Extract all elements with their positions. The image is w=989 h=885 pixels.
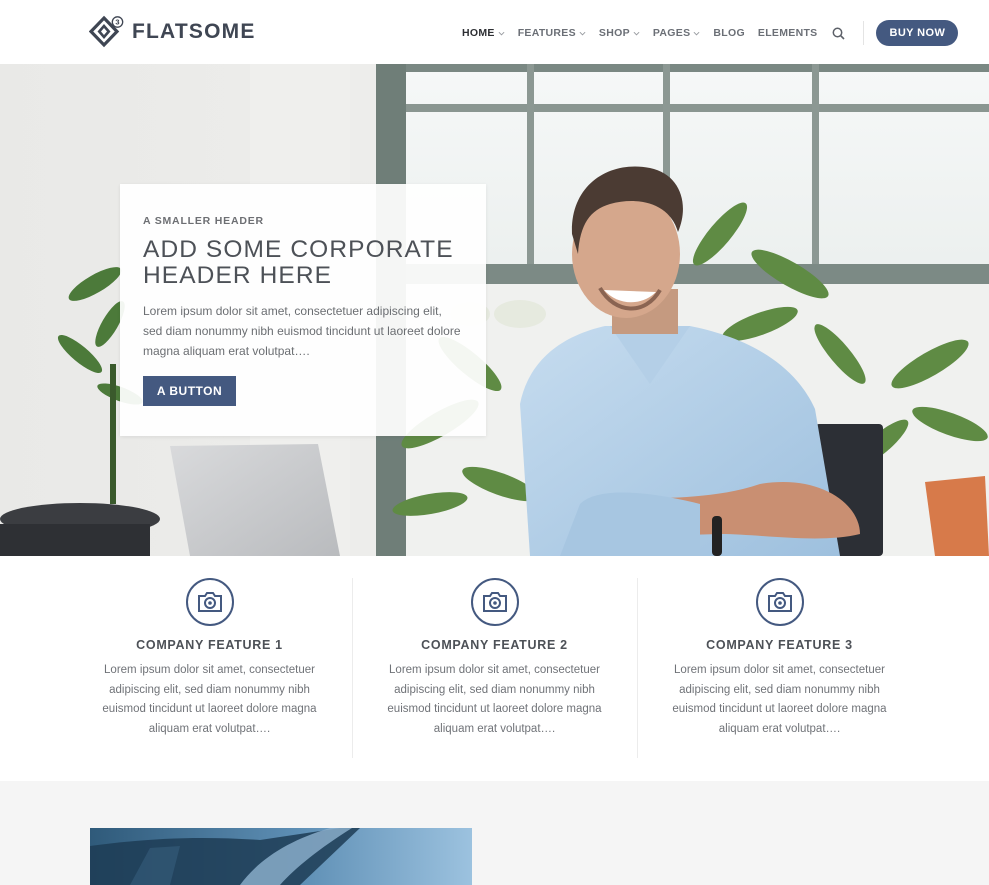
chevron-down-icon: [693, 31, 700, 35]
site-header: 3 FLATSOME HOME FEATURES SHOP PAGES BLOG…: [0, 0, 989, 64]
chevron-down-icon: [633, 31, 640, 35]
feature-title: COMPANY FEATURE 1: [136, 638, 283, 652]
nav-divider: [863, 21, 865, 45]
feature-card-1: COMPANY FEATURE 1 Lorem ipsum dolor sit …: [67, 578, 352, 739]
feature-title: COMPANY FEATURE 2: [421, 638, 568, 652]
logo-badge: 3: [115, 18, 119, 27]
hero-title: ADD SOME CORPORATE HEADER HERE: [143, 236, 454, 289]
nav-item-label: HOME: [462, 27, 495, 39]
nav-item-shop[interactable]: SHOP: [599, 27, 640, 39]
hero-text-box: A SMALLER HEADER ADD SOME CORPORATE HEAD…: [120, 184, 486, 436]
nav-item-home[interactable]: HOME: [462, 27, 505, 39]
features-section: COMPANY FEATURE 1 Lorem ipsum dolor sit …: [0, 556, 989, 781]
nav-item-elements[interactable]: ELEMENTS: [758, 27, 818, 39]
logo-text: FLATSOME: [132, 20, 256, 43]
camera-icon: [185, 578, 234, 626]
chevron-down-icon: [579, 31, 586, 35]
feature-title: COMPANY FEATURE 3: [706, 638, 853, 652]
camera-icon: [755, 578, 804, 626]
hero-button[interactable]: A BUTTON: [143, 376, 236, 406]
nav-item-pages[interactable]: PAGES: [653, 27, 700, 39]
chevron-down-icon: [498, 31, 505, 35]
hero-eyebrow: A SMALLER HEADER: [143, 215, 264, 227]
nav-item-features[interactable]: FEATURES: [518, 27, 586, 39]
logo-mark-icon: 3: [89, 15, 124, 48]
nav-item-label: FEATURES: [517, 27, 576, 39]
nav-item-label: SHOP: [598, 27, 630, 39]
search-icon[interactable]: [832, 27, 846, 40]
lower-section: [0, 781, 989, 885]
logo[interactable]: 3 FLATSOME: [89, 15, 256, 49]
nav-item-label: PAGES: [652, 27, 691, 39]
camera-icon: [470, 578, 519, 626]
main-nav: HOME FEATURES SHOP PAGES BLOG ELEMENTS B…: [462, 20, 959, 46]
nav-item-label: ELEMENTS: [757, 27, 818, 39]
feature-card-2: COMPANY FEATURE 2 Lorem ipsum dolor sit …: [352, 578, 637, 739]
feature-card-3: COMPANY FEATURE 3 Lorem ipsum dolor sit …: [637, 578, 922, 739]
hero-text: Lorem ipsum dolor sit amet, consectetuer…: [143, 304, 461, 358]
nav-item-blog[interactable]: BLOG: [713, 27, 745, 39]
feature-text: Lorem ipsum dolor sit amet, consectetuer…: [387, 664, 602, 735]
feature-text: Lorem ipsum dolor sit amet, consectetuer…: [102, 664, 317, 735]
feature-text: Lorem ipsum dolor sit amet, consectetuer…: [672, 664, 887, 735]
building-image: [90, 828, 472, 885]
nav-item-label: BLOG: [713, 27, 745, 39]
hero-banner: A SMALLER HEADER ADD SOME CORPORATE HEAD…: [0, 64, 989, 556]
buy-now-button[interactable]: BUY NOW: [876, 20, 959, 46]
